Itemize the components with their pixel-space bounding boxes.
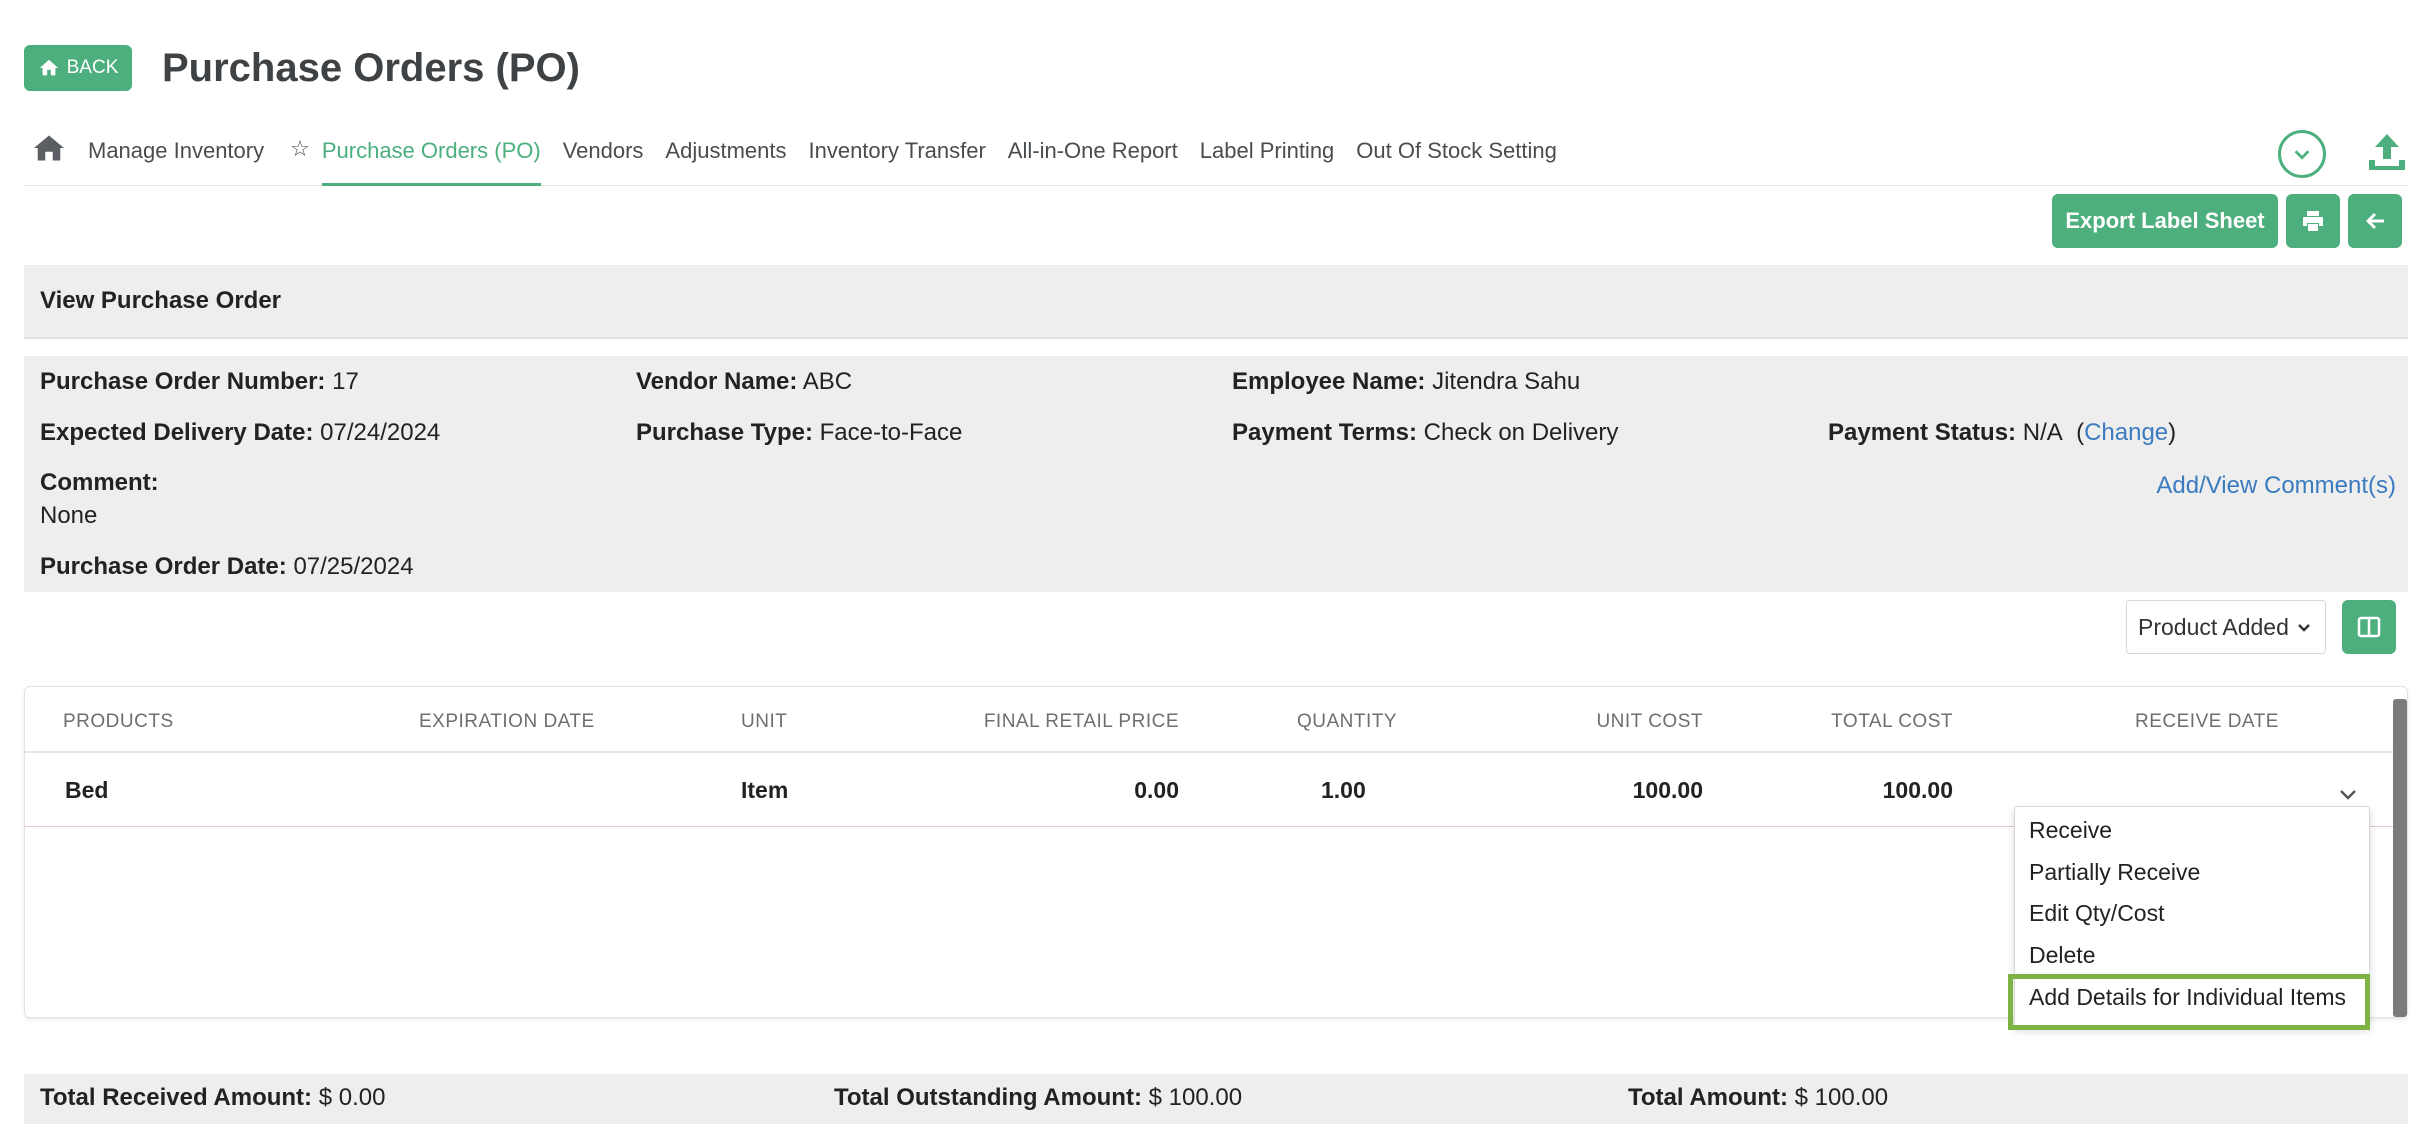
inventory-nav: Manage Inventory ☆ Purchase Orders (PO) … (24, 126, 2408, 186)
po-date-label: Purchase Order Date: (40, 553, 287, 580)
nav-item-inventory-transfer[interactable]: Inventory Transfer (808, 138, 985, 186)
nav-item-out-of-stock-setting[interactable]: Out Of Stock Setting (1356, 138, 1557, 186)
payment-terms-value: Check on Delivery (1423, 419, 1619, 446)
menu-item-delete[interactable]: Delete (2029, 942, 2095, 969)
col-total-cost[interactable]: TOTAL COST (1831, 711, 1953, 733)
payment-terms-label: Payment Terms: (1232, 419, 1417, 446)
po-date-value: 07/25/2024 (293, 553, 414, 580)
total-outstanding-field: Total Outstanding Amount: $ 100.00 (834, 1084, 1242, 1112)
total-amount-value: $ 100.00 (1794, 1084, 1889, 1111)
payment-status-field: Payment Status: N/A (Change) (1828, 419, 2177, 446)
total-outstanding-value: $ 100.00 (1148, 1084, 1243, 1111)
table-scrollbar[interactable] (2393, 699, 2407, 1017)
menu-item-highlight (2008, 974, 2370, 1030)
chevron-down-icon (2298, 624, 2310, 632)
col-unit[interactable]: UNIT (741, 711, 787, 733)
vendor-label: Vendor Name: (636, 368, 798, 395)
go-back-button[interactable] (2348, 194, 2402, 248)
star-icon[interactable]: ☆ (290, 136, 310, 162)
nav-item-purchase-orders[interactable]: Purchase Orders (PO) (321, 138, 541, 186)
page-header: BACK Purchase Orders (PO) (24, 44, 580, 92)
comment-value: None (40, 502, 98, 529)
col-expiration-date[interactable]: EXPIRATION DATE (419, 711, 595, 733)
totals-bar: Total Received Amount: $ 0.00 Total Outs… (24, 1074, 2408, 1124)
employee-value: Jitendra Sahu (1432, 368, 1581, 395)
col-unit-cost[interactable]: UNIT COST (1596, 711, 1703, 733)
cell-final-retail-price: 0.00 (1134, 777, 1179, 803)
home-icon (39, 59, 58, 76)
product-filter-select[interactable]: Product Added (2126, 600, 2326, 654)
comment-label: Comment: (40, 469, 159, 496)
vendor-field: Vendor Name: ABC (636, 368, 852, 396)
employee-label: Employee Name: (1232, 368, 1426, 395)
col-final-retail-price[interactable]: FINAL RETAIL PRICE (984, 711, 1179, 733)
cell-unit-cost: 100.00 (1632, 777, 1703, 803)
nav-actions (2278, 130, 2408, 178)
total-received-label: Total Received Amount: (40, 1084, 313, 1111)
print-button[interactable] (2286, 194, 2340, 248)
product-filter-value: Product Added (2138, 613, 2289, 640)
expected-delivery-value: 07/24/2024 (320, 419, 441, 446)
expected-delivery-label: Expected Delivery Date: (40, 419, 314, 446)
view-purchase-order-title: View Purchase Order (24, 265, 2408, 339)
arrow-left-icon (2366, 213, 2384, 229)
po-toolbar: Export Label Sheet (2052, 194, 2402, 248)
print-icon (2303, 211, 2323, 231)
expected-delivery-field: Expected Delivery Date: 07/24/2024 (40, 419, 440, 447)
col-products[interactable]: PRODUCTS (63, 711, 174, 733)
payment-status-label: Payment Status: (1828, 419, 2017, 446)
page-title: Purchase Orders (PO) (162, 45, 580, 90)
col-quantity[interactable]: QUANTITY (1297, 711, 1397, 733)
total-amount-label: Total Amount: (1628, 1084, 1788, 1111)
po-date-field: Purchase Order Date: 07/25/2024 (40, 553, 414, 581)
columns-icon (2357, 616, 2381, 638)
cell-product: Bed (65, 777, 109, 803)
total-received-field: Total Received Amount: $ 0.00 (40, 1084, 385, 1112)
payment-terms-field: Payment Terms: Check on Delivery (1232, 419, 1618, 447)
cell-quantity: 1.00 (1321, 777, 1366, 803)
menu-item-receive[interactable]: Receive (2029, 817, 2112, 844)
cell-unit: Item (741, 777, 789, 803)
chevron-down-icon (2294, 150, 2310, 160)
row-actions-chevron-icon[interactable] (2337, 783, 2359, 805)
po-info-panel: Purchase Order Number: 17 Vendor Name: A… (24, 356, 2408, 592)
nav-item-adjustments[interactable]: Adjustments (665, 138, 786, 186)
back-button-label: BACK (66, 57, 119, 78)
column-settings-button[interactable] (2342, 600, 2396, 654)
export-label-sheet-button[interactable]: Export Label Sheet (2052, 194, 2278, 248)
total-amount-field: Total Amount: $ 100.00 (1628, 1084, 1888, 1112)
employee-field: Employee Name: Jitendra Sahu (1232, 368, 1580, 396)
nav-item-all-in-one-report[interactable]: All-in-One Report (1008, 138, 1178, 186)
expand-nav-button[interactable] (2278, 130, 2326, 178)
payment-status-value: N/A (2022, 419, 2063, 446)
upload-icon[interactable] (2366, 132, 2408, 177)
nav-home-icon[interactable] (34, 134, 68, 164)
nav-item-label-printing[interactable]: Label Printing (1200, 138, 1335, 186)
col-receive-date[interactable]: RECEIVE DATE (2135, 711, 2279, 733)
purchase-type-label: Purchase Type: (636, 419, 813, 446)
menu-item-edit-qty-cost[interactable]: Edit Qty/Cost (2029, 900, 2164, 927)
table-header: PRODUCTS EXPIRATION DATE UNIT FINAL RETA… (25, 687, 2407, 753)
po-number-value: 17 (332, 368, 359, 395)
total-received-value: $ 0.00 (318, 1084, 386, 1111)
total-outstanding-label: Total Outstanding Amount: (834, 1084, 1142, 1111)
purchase-type-field: Purchase Type: Face-to-Face (636, 419, 962, 447)
cell-total-cost: 100.00 (1882, 777, 1953, 803)
purchase-type-value: Face-to-Face (819, 419, 963, 446)
menu-item-partially-receive[interactable]: Partially Receive (2029, 859, 2200, 886)
change-payment-status-link[interactable]: Change (2084, 419, 2168, 446)
nav-item-manage-inventory[interactable]: Manage Inventory (88, 138, 264, 186)
back-button[interactable]: BACK (24, 45, 132, 91)
po-number-field: Purchase Order Number: 17 (40, 368, 359, 396)
vendor-value: ABC (802, 368, 853, 395)
nav-item-vendors[interactable]: Vendors (563, 138, 644, 186)
po-number-label: Purchase Order Number: (40, 368, 326, 395)
add-view-comments-link[interactable]: Add/View Comment(s) (2156, 472, 2396, 500)
